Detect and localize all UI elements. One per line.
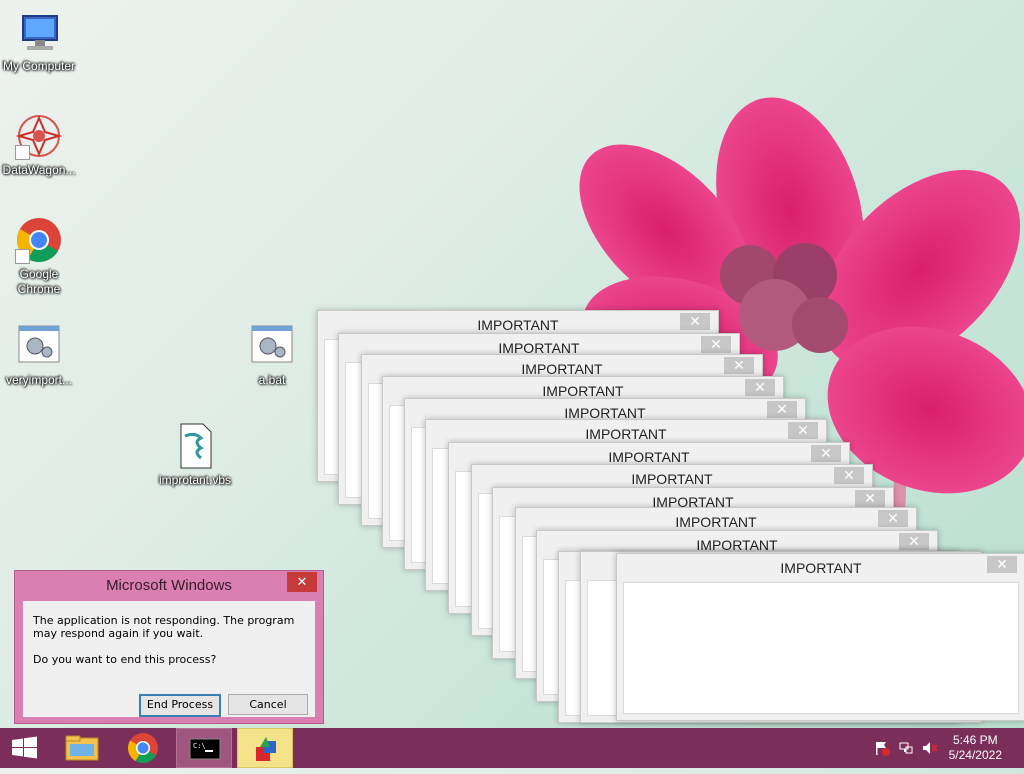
popup-title: IMPORTANT	[780, 560, 862, 576]
taskbar-file-explorer[interactable]	[54, 728, 110, 768]
clock-time: 5:46 PM	[952, 733, 998, 747]
desktop-icon-veryimport-bat[interactable]: veryimport...	[0, 322, 78, 388]
cancel-button[interactable]: Cancel	[228, 694, 308, 715]
close-icon[interactable]: ✕	[724, 357, 754, 374]
file-explorer-icon	[65, 735, 99, 761]
chrome-icon	[15, 216, 63, 264]
computer-icon	[15, 8, 63, 56]
script-host-icon	[256, 737, 276, 761]
command-prompt-icon: C:\	[189, 738, 221, 760]
taskbar-clock[interactable]: 5:46 PM 5/24/2022	[949, 733, 1002, 763]
close-icon[interactable]: ✕	[811, 445, 841, 462]
network-icon[interactable]	[898, 740, 914, 756]
close-icon[interactable]: ✕	[855, 490, 885, 507]
action-center-flag-icon[interactable]	[874, 740, 890, 756]
dialog-question: Do you want to end this process?	[33, 653, 217, 666]
not-responding-dialog[interactable]: Microsoft Windows ✕ The application is n…	[14, 570, 324, 724]
desktop-icon-label: Google Chrome	[17, 267, 61, 296]
popup-body	[623, 582, 1019, 714]
desktop-icon-label: improtant.vbs	[158, 473, 232, 487]
shortcut-arrow-icon	[15, 145, 30, 160]
taskbar-chrome[interactable]	[115, 728, 171, 768]
end-process-button[interactable]: End Process	[139, 694, 221, 717]
desktop-icon-a-bat[interactable]: a.bat	[233, 322, 311, 388]
desktop-icon-label: veryimport...	[5, 373, 72, 387]
desktop-icon-label: DataWagon...	[2, 163, 76, 177]
taskbar-command-prompt[interactable]: C:\	[176, 728, 232, 768]
windows-logo-icon	[12, 736, 37, 759]
close-icon[interactable]: ✕	[745, 379, 775, 396]
desktop-icon-label: a.bat	[258, 373, 286, 387]
volume-muted-icon[interactable]	[922, 740, 938, 756]
batch-file-icon	[15, 322, 63, 370]
clock-date: 5/24/2022	[948, 748, 1002, 762]
svg-text:C:\: C:\	[193, 742, 206, 750]
desktop-icon-google-chrome[interactable]: Google Chrome	[0, 216, 78, 297]
script-file-icon	[171, 422, 219, 470]
close-icon[interactable]: ✕	[767, 401, 797, 418]
close-icon[interactable]: ✕	[680, 313, 710, 330]
shortcut-arrow-icon	[15, 249, 30, 264]
taskbar: C:\ 5:46 PM 5/24/2022	[0, 728, 1024, 768]
taskbar-script-host[interactable]	[237, 728, 293, 768]
desktop-icon-label: My Computer	[2, 59, 76, 73]
close-icon[interactable]: ✕	[788, 422, 818, 439]
close-icon[interactable]: ✕	[987, 556, 1017, 573]
datawagon-icon	[15, 112, 63, 160]
close-icon[interactable]: ✕	[899, 533, 929, 550]
dialog-title: Microsoft Windows	[106, 577, 232, 594]
important-popup-active[interactable]: IMPORTANT ✕	[616, 553, 1024, 721]
desktop-icon-improtant-vbs[interactable]: improtant.vbs	[156, 422, 234, 488]
desktop-icon-my-computer[interactable]: My Computer	[0, 8, 78, 74]
close-icon[interactable]: ✕	[287, 572, 317, 592]
dialog-body: The application is not responding. The p…	[23, 601, 315, 717]
close-icon[interactable]: ✕	[834, 467, 864, 484]
dialog-message: The application is not responding. The p…	[33, 614, 295, 640]
close-icon[interactable]: ✕	[701, 336, 731, 353]
close-icon[interactable]: ✕	[878, 510, 908, 527]
desktop: My Computer DataWagon... Google Chrome v…	[0, 0, 1024, 728]
desktop-icon-datawagon[interactable]: DataWagon...	[0, 112, 78, 178]
batch-file-icon	[248, 322, 296, 370]
chrome-icon	[127, 733, 158, 764]
start-button[interactable]	[0, 728, 50, 768]
